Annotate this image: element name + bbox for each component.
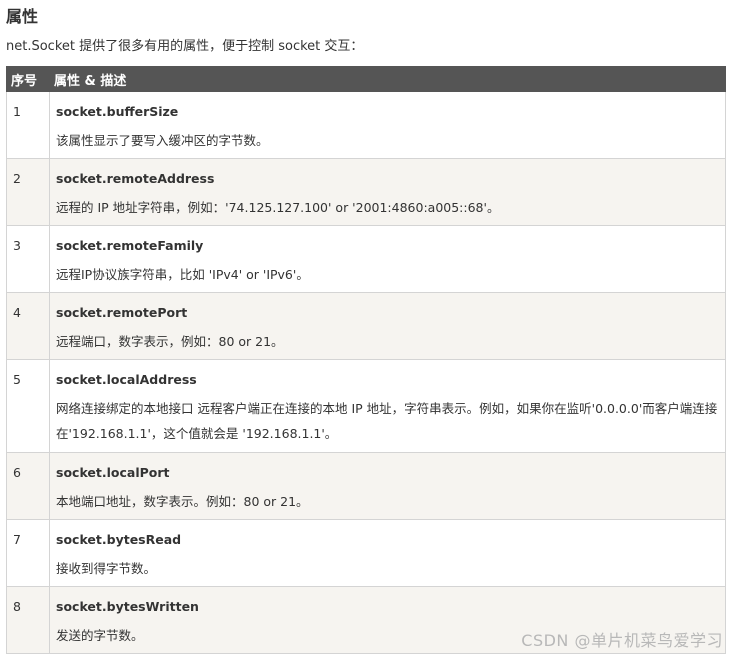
property-name: socket.remoteFamily: [56, 238, 204, 253]
property-name: socket.remotePort: [56, 305, 188, 320]
attributes-table: 序号 属性 & 描述 1 socket.bufferSize 该属性显示了要写入…: [6, 66, 726, 654]
table-row: 5 socket.localAddress 网络连接绑定的本地接口 远程客户端正…: [6, 359, 726, 453]
header-description: 属性 & 描述: [49, 66, 726, 92]
row-description-cell: socket.remoteAddress 远程的 IP 地址字符串，例如：'74…: [49, 158, 726, 226]
property-description: 远程的 IP 地址字符串，例如：'74.125.127.100' or '200…: [56, 200, 500, 215]
property-description: 接收到得字节数。: [56, 561, 157, 576]
table-row: 6 socket.localPort 本地端口地址，数字表示。例如：80 or …: [6, 452, 726, 520]
page-heading: 属性: [6, 7, 39, 26]
row-description-cell: socket.bytesRead 接收到得字节数。: [49, 519, 726, 587]
row-description-cell: socket.remotePort 远程端口，数字表示，例如：80 or 21。: [49, 292, 726, 360]
row-index: 7: [6, 519, 50, 587]
row-index: 4: [6, 292, 50, 360]
row-description-cell: socket.bufferSize 该属性显示了要写入缓冲区的字节数。: [49, 91, 726, 159]
row-description-cell: socket.localPort 本地端口地址，数字表示。例如：80 or 21…: [49, 452, 726, 520]
property-description: 本地端口地址，数字表示。例如：80 or 21。: [56, 494, 309, 509]
property-name: socket.bufferSize: [56, 104, 179, 119]
property-name: socket.bytesRead: [56, 532, 182, 547]
table-row: 2 socket.remoteAddress 远程的 IP 地址字符串，例如：'…: [6, 158, 726, 226]
row-index: 1: [6, 91, 50, 159]
intro-text: net.Socket 提供了很多有用的属性，便于控制 socket 交互：: [6, 39, 364, 54]
row-index: 8: [6, 586, 50, 654]
row-index: 5: [6, 359, 50, 453]
property-name: socket.localAddress: [56, 372, 197, 387]
property-name: socket.bytesWritten: [56, 599, 199, 614]
property-description: 网络连接绑定的本地接口 远程客户端正在连接的本地 IP 地址，字符串表示。例如，…: [56, 401, 718, 441]
property-name: socket.remoteAddress: [56, 171, 215, 186]
property-name: socket.localPort: [56, 465, 170, 480]
table-row: 7 socket.bytesRead 接收到得字节数。: [6, 519, 726, 587]
row-index: 6: [6, 452, 50, 520]
row-description-cell: socket.localAddress 网络连接绑定的本地接口 远程客户端正在连…: [49, 359, 726, 453]
property-description: 远程IP协议族字符串，比如 'IPv4' or 'IPv6'。: [56, 267, 309, 282]
header-index: 序号: [6, 66, 50, 92]
property-description: 远程端口，数字表示，例如：80 or 21。: [56, 334, 284, 349]
property-description: 该属性显示了要写入缓冲区的字节数。: [56, 133, 269, 148]
table-row: 1 socket.bufferSize 该属性显示了要写入缓冲区的字节数。: [6, 91, 726, 159]
row-description-cell: socket.remoteFamily 远程IP协议族字符串，比如 'IPv4'…: [49, 225, 726, 293]
table-header-row: 序号 属性 & 描述: [6, 66, 726, 92]
csdn-watermark: CSDN @单片机菜鸟爱学习: [521, 631, 723, 650]
row-index: 2: [6, 158, 50, 226]
table-row: 4 socket.remotePort 远程端口，数字表示，例如：80 or 2…: [6, 292, 726, 360]
row-index: 3: [6, 225, 50, 293]
table-row: 3 socket.remoteFamily 远程IP协议族字符串，比如 'IPv…: [6, 225, 726, 293]
